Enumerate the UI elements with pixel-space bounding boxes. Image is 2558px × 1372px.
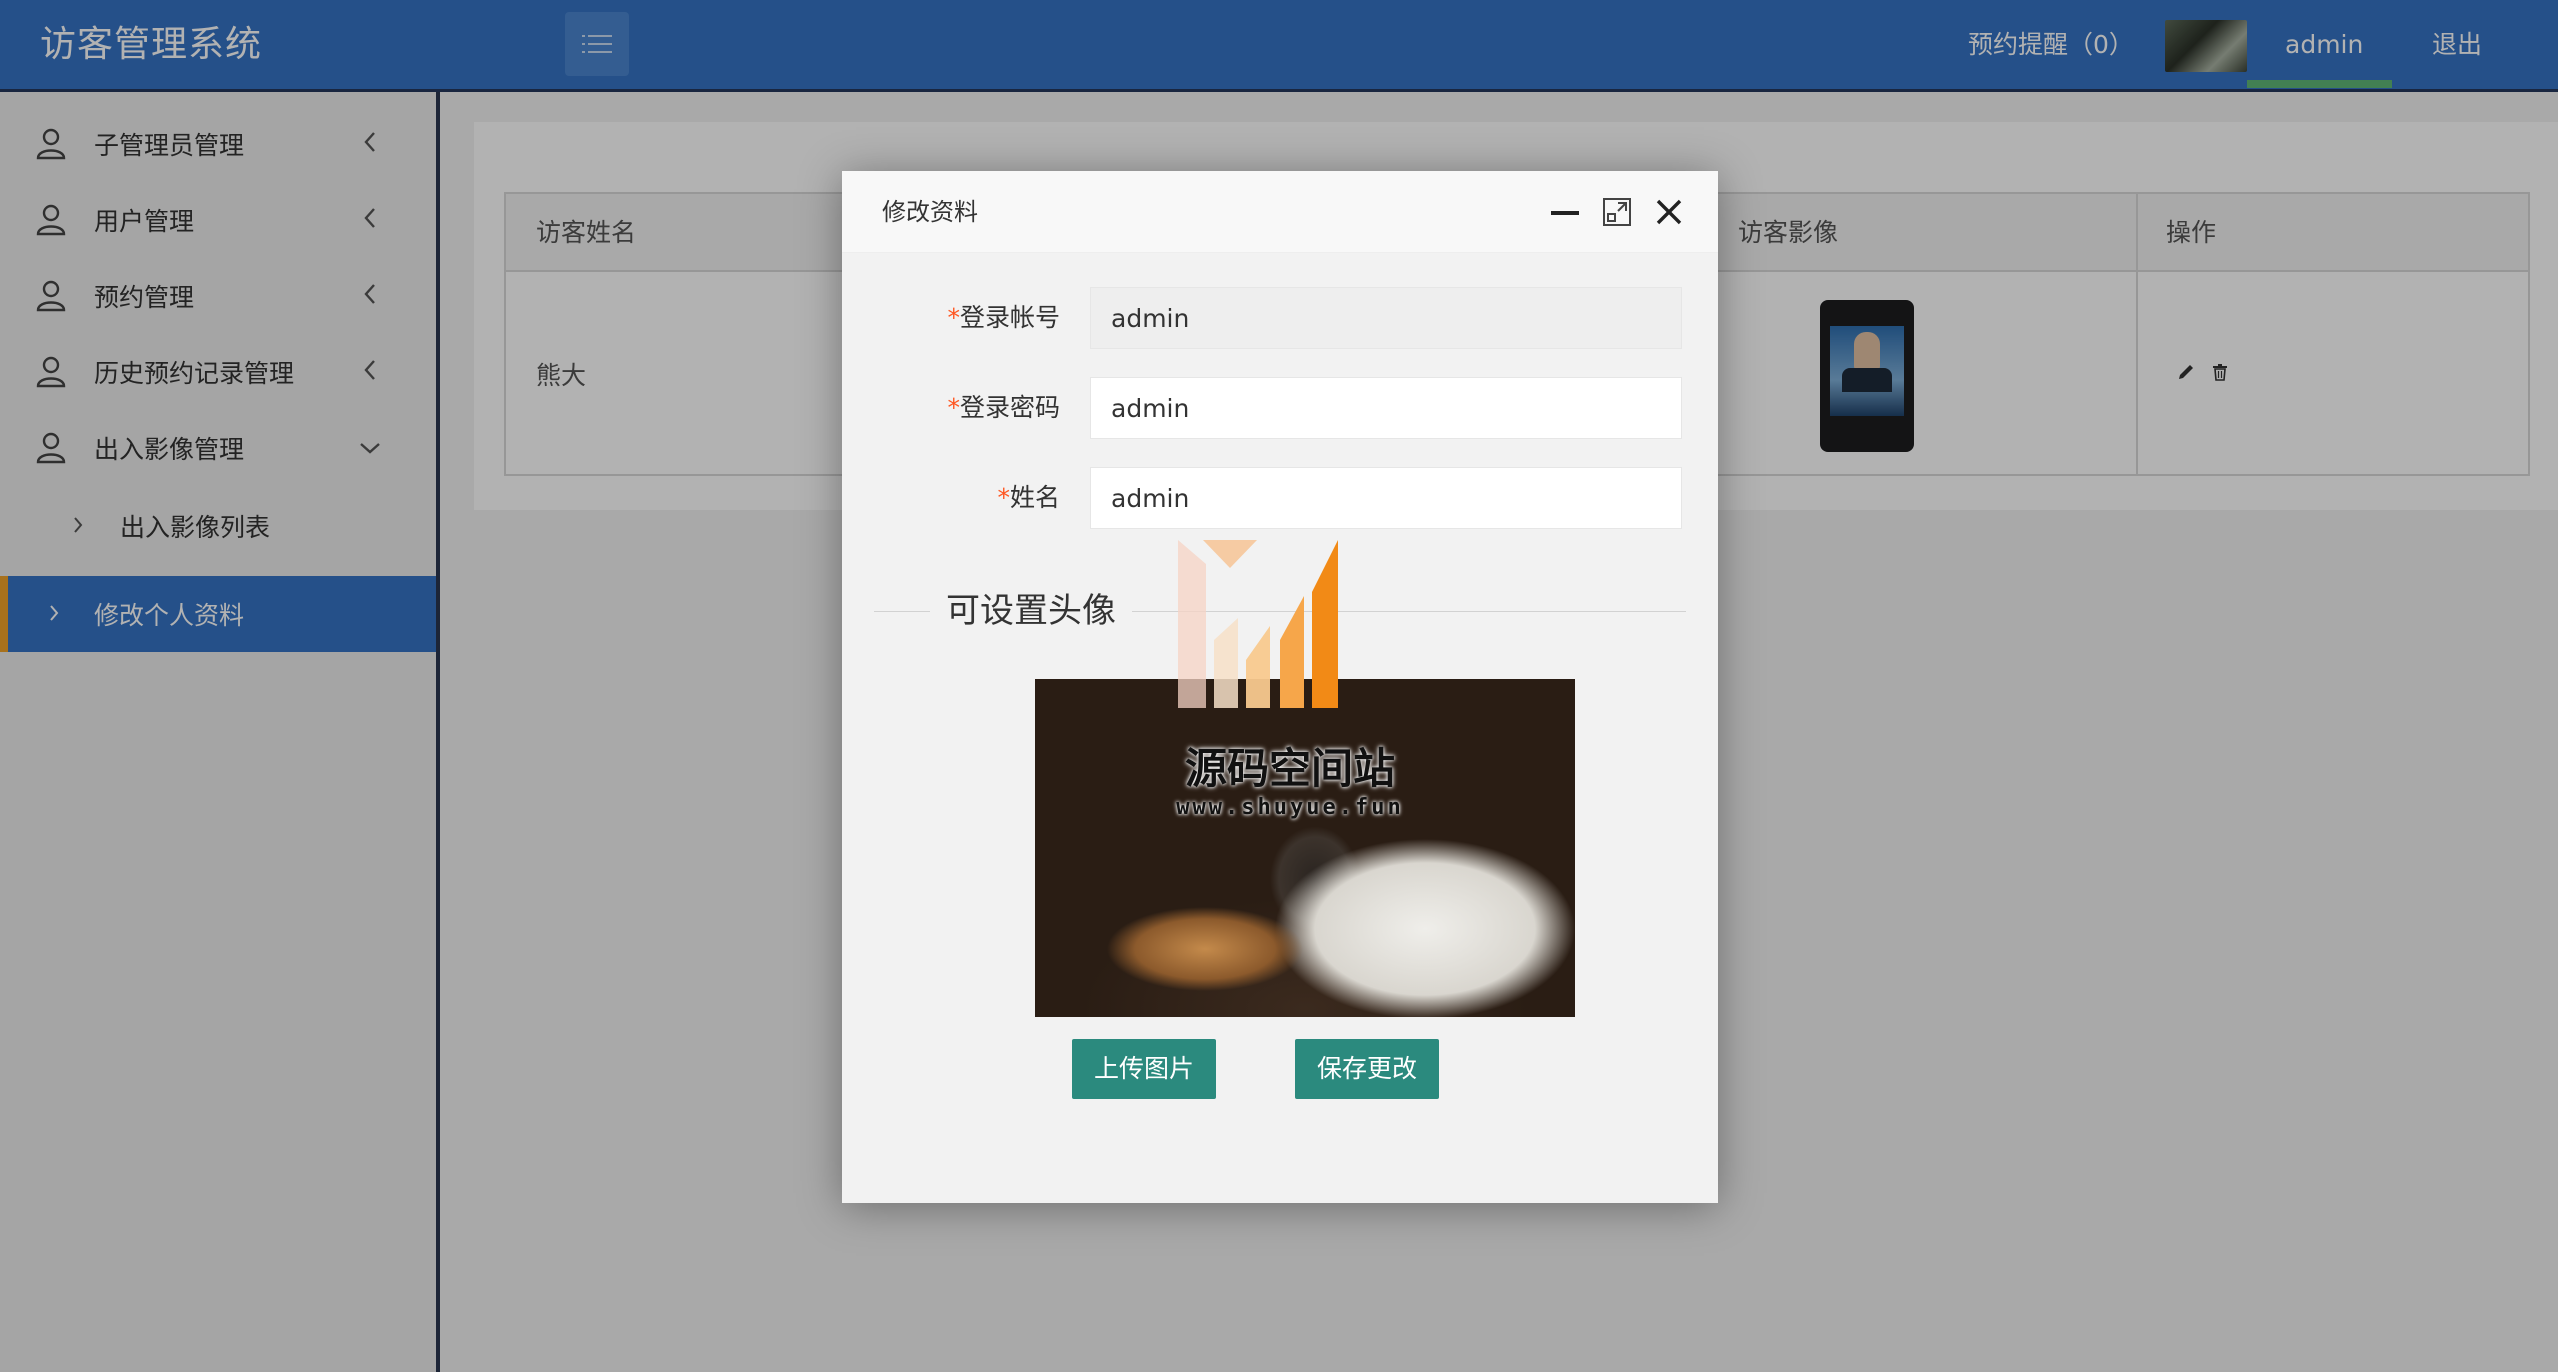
upload-image-button[interactable]: 上传图片 xyxy=(1072,1039,1217,1099)
minimize-icon[interactable] xyxy=(1548,195,1582,229)
form-row-name: *姓名 xyxy=(842,467,1718,529)
account-field[interactable] xyxy=(1090,287,1682,349)
save-changes-button[interactable]: 保存更改 xyxy=(1295,1039,1440,1099)
watermark-name: 源码空间站 xyxy=(1184,744,1395,793)
form-row-account: *登录帐号 xyxy=(842,287,1718,349)
required-mark: * xyxy=(997,483,1010,512)
name-label: *姓名 xyxy=(997,467,1060,529)
required-mark: * xyxy=(947,303,960,332)
watermark-url: www.shuyue.fun xyxy=(1176,795,1404,820)
account-label-text: 登录帐号 xyxy=(959,303,1060,332)
name-label-text: 姓名 xyxy=(1009,483,1060,512)
required-mark: * xyxy=(947,393,960,422)
dialog-title: 修改资料 xyxy=(882,198,978,226)
password-label-text: 登录密码 xyxy=(959,393,1060,422)
close-icon[interactable] xyxy=(1652,195,1686,229)
maximize-icon[interactable] xyxy=(1600,195,1634,229)
form-row-password: *登录密码 xyxy=(842,377,1718,439)
password-field[interactable] xyxy=(1090,377,1682,439)
name-field[interactable] xyxy=(1090,467,1682,529)
password-label: *登录密码 xyxy=(947,377,1060,439)
account-label: *登录帐号 xyxy=(947,287,1060,349)
avatar-legend: 可设置头像 xyxy=(930,583,1132,639)
dialog-header: 修改资料 xyxy=(842,171,1718,253)
